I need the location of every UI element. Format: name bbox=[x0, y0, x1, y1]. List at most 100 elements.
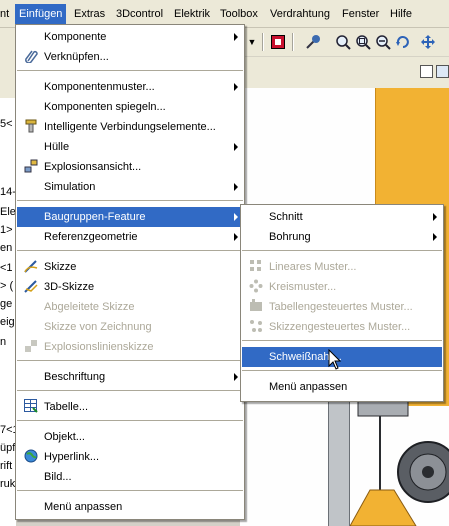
menu-item-label: Menü anpassen bbox=[44, 501, 123, 513]
menu-item-skizze[interactable]: Skizze bbox=[17, 257, 243, 277]
menu-item-label: Baugruppen-Feature bbox=[44, 211, 146, 223]
circular-pattern-icon bbox=[248, 279, 264, 295]
fastener-icon bbox=[23, 119, 39, 135]
submenu-arrow-icon bbox=[433, 233, 437, 241]
menu-item-verbindungselemente[interactable]: Intelligente Verbindungselemente... bbox=[17, 117, 243, 137]
tree-fragment: n bbox=[0, 336, 7, 348]
menu-item-label: 3D-Skizze bbox=[44, 281, 95, 293]
submenu-item-lineares-muster: Lineares Muster... bbox=[242, 257, 442, 277]
menu-item-label: Abgeleitete Skizze bbox=[44, 301, 135, 313]
menu-hilfe[interactable]: Hilfe bbox=[390, 7, 412, 21]
menu-item-komponente[interactable]: Komponente bbox=[17, 27, 243, 47]
menu-verdrahtung[interactable]: Verdrahtung bbox=[270, 7, 330, 21]
submenu-item-menue-anpassen[interactable]: Menü anpassen bbox=[242, 377, 442, 397]
menu-item-label: Tabelle... bbox=[44, 401, 89, 413]
menu-item-label: Verknüpfen... bbox=[44, 51, 109, 63]
menu-item-komponenten-spiegeln[interactable]: Komponenten spiegeln... bbox=[17, 97, 243, 117]
checkbox-icon[interactable] bbox=[420, 65, 433, 78]
tree-fragment: 14- bbox=[0, 186, 16, 198]
tree-fragment: <1 bbox=[0, 262, 13, 274]
menu-separator bbox=[242, 250, 442, 251]
menu-item-label: Skizze von Zeichnung bbox=[44, 321, 152, 333]
submenu-item-bohrung[interactable]: Bohrung bbox=[242, 227, 442, 247]
menu-separator bbox=[17, 250, 243, 251]
menu-item-referenzgeometrie[interactable]: Referenzgeometrie bbox=[17, 227, 243, 247]
paperclip-icon bbox=[23, 49, 39, 65]
zoom-fit-icon[interactable] bbox=[333, 32, 353, 52]
menu-separator bbox=[17, 200, 243, 201]
submenu-arrow-icon bbox=[234, 33, 238, 41]
feature-tree-pane: 5< 14- Ele 1> en <1 > ( ge eig n 7<1 üpf… bbox=[0, 28, 16, 526]
menu-item-label: Komponentenmuster... bbox=[44, 81, 155, 93]
submenu-item-schnitt[interactable]: Schnitt bbox=[242, 207, 442, 227]
menu-item-hyperlink[interactable]: Hyperlink... bbox=[17, 447, 243, 467]
menu-item-objekt[interactable]: Objekt... bbox=[17, 427, 243, 447]
menu-item-label: Simulation bbox=[44, 181, 96, 193]
menu-item-label: Lineares Muster... bbox=[269, 261, 357, 273]
menu-elektrik[interactable]: Elektrik bbox=[174, 7, 210, 21]
mouse-cursor-icon bbox=[328, 349, 342, 370]
menu-item-label: Hyperlink... bbox=[44, 451, 100, 463]
secondary-toolbar bbox=[240, 56, 449, 89]
explode-icon bbox=[23, 159, 39, 175]
menu-toolbox[interactable]: Toolbox bbox=[220, 7, 258, 21]
tree-fragment: 5< bbox=[0, 118, 13, 130]
menu-fenster[interactable]: Fenster bbox=[342, 7, 379, 21]
menu-item-label: Bild... bbox=[44, 471, 72, 483]
menu-extras[interactable]: Extras bbox=[74, 7, 105, 21]
panel-icon[interactable] bbox=[436, 65, 449, 78]
tree-fragment: 7<1 bbox=[0, 424, 16, 436]
tree-fragment: ruk bbox=[0, 478, 16, 490]
dropdown-arrow-icon[interactable]: ▼ bbox=[242, 32, 262, 52]
menu-item-label: Referenzgeometrie bbox=[44, 231, 138, 243]
menu-item-label: Explosionsansicht... bbox=[44, 161, 142, 173]
tree-fragment: > ( bbox=[0, 280, 14, 292]
zoom-window-icon[interactable] bbox=[353, 32, 373, 52]
tree-fragment: ge bbox=[0, 298, 13, 310]
pin-icon[interactable] bbox=[303, 32, 323, 52]
menu-item-verknuepfen[interactable]: Verknüpfen... bbox=[17, 47, 243, 67]
menu-item-label: Skizzengesteuertes Muster... bbox=[269, 321, 411, 333]
menu-item-label: Schnitt bbox=[269, 211, 303, 223]
menu-item-huelle[interactable]: Hülle bbox=[17, 137, 243, 157]
submenu-arrow-icon bbox=[234, 373, 238, 381]
menu-einfuegen[interactable]: Einfügen bbox=[15, 4, 67, 24]
menu-item-tabelle[interactable]: Tabelle... bbox=[17, 397, 243, 417]
menu-3dcontrol[interactable]: 3Dcontrol bbox=[116, 7, 163, 21]
toolbar: ▼ bbox=[240, 28, 449, 56]
menu-item-explosionsansicht[interactable]: Explosionsansicht... bbox=[17, 157, 243, 177]
rotate-icon[interactable] bbox=[393, 32, 413, 52]
menu-separator bbox=[17, 390, 243, 391]
menu-item-label: Bohrung bbox=[269, 231, 311, 243]
menu-item-label: Skizze bbox=[44, 261, 77, 273]
zoom-in-out-icon[interactable] bbox=[373, 32, 393, 52]
sketch-pattern-icon bbox=[248, 319, 264, 335]
tree-fragment: en bbox=[0, 242, 13, 254]
menu-item-komponentenmuster[interactable]: Komponentenmuster... bbox=[17, 77, 243, 97]
menu-item-label: Intelligente Verbindungselemente... bbox=[44, 121, 216, 133]
submenu-arrow-icon bbox=[234, 213, 238, 221]
menu-separator bbox=[17, 420, 243, 421]
menu-item-beschriftung[interactable]: Beschriftung bbox=[17, 367, 243, 387]
submenu-arrow-icon bbox=[234, 233, 238, 241]
submenu-item-skizzengesteuertes-muster: Skizzengesteuertes Muster... bbox=[242, 317, 442, 337]
pan-icon[interactable] bbox=[418, 32, 438, 52]
menu-item-menue-anpassen[interactable]: Menü anpassen bbox=[17, 497, 243, 517]
menu-item-bild[interactable]: Bild... bbox=[17, 467, 243, 487]
menu-ansicht-fragment[interactable]: nt bbox=[0, 7, 9, 21]
submenu-item-schweissnaht[interactable]: Schweißnaht... bbox=[242, 347, 442, 367]
insert-menu: Komponente Verknüpfen... Komponentenmust… bbox=[15, 24, 245, 520]
menu-item-skizze-von-zeichnung: Skizze von Zeichnung bbox=[17, 317, 243, 337]
menu-item-label: Beschriftung bbox=[44, 371, 106, 383]
stop-icon[interactable] bbox=[268, 32, 288, 52]
submenu-item-kreismuster: Kreismuster... bbox=[242, 277, 442, 297]
menu-separator bbox=[17, 360, 243, 361]
tree-fragment: eig bbox=[0, 316, 15, 328]
menu-item-baugruppen-feature[interactable]: Baugruppen-Feature bbox=[17, 207, 243, 227]
submenu-arrow-icon bbox=[234, 143, 238, 151]
menu-separator bbox=[17, 490, 243, 491]
menu-item-3d-skizze[interactable]: 3D-Skizze bbox=[17, 277, 243, 297]
menu-item-label: Hülle bbox=[44, 141, 70, 153]
feature-tree-header bbox=[0, 28, 16, 98]
menu-item-simulation[interactable]: Simulation bbox=[17, 177, 243, 197]
